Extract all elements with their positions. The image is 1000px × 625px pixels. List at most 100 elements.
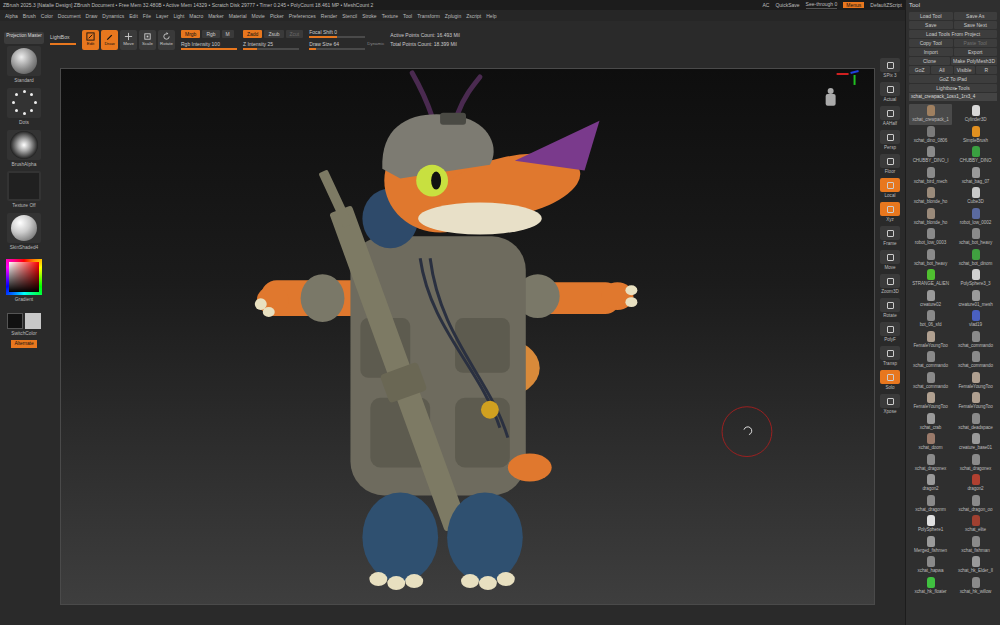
menu-item[interactable]: Macro <box>189 13 203 19</box>
tool-button[interactable]: GoZ To iPad <box>909 75 997 83</box>
tool-button[interactable]: Lightbox▸Tools <box>909 84 997 92</box>
tool-thumbnail[interactable]: robot_low_0003 <box>909 227 952 248</box>
shelf-button[interactable]: Frame <box>880 226 900 248</box>
tool-thumbnail[interactable]: FemaleYoungToo <box>909 391 952 412</box>
tool-thumbnail[interactable]: FemaleYoungToo <box>954 391 997 412</box>
menus-toggle[interactable]: Menus <box>843 2 864 8</box>
rgb-intensity-slider-track[interactable] <box>181 48 237 50</box>
color-mode-button[interactable]: M <box>222 30 234 38</box>
z-intensity-slider-track[interactable] <box>243 48 299 50</box>
projection-master-button[interactable]: Projection Master <box>4 32 44 44</box>
tool-thumbnail[interactable]: Cylinder3D <box>954 104 997 125</box>
tool-thumbnail[interactable]: xchat_bird_mech <box>909 166 952 187</box>
tool-thumbnail[interactable]: xchat_bot_heavy <box>954 227 997 248</box>
tool-thumbnail[interactable]: xchat_elite <box>954 514 997 535</box>
menu-item[interactable]: Movie <box>252 13 265 19</box>
shelf-button[interactable]: Solo <box>880 370 900 392</box>
tool-thumbnail[interactable]: xchat_crewpack_1 <box>909 104 952 125</box>
secondary-color-swatch[interactable] <box>25 313 41 329</box>
switch-color-button[interactable]: SwitchColor <box>11 331 37 337</box>
shelf-button[interactable]: Zoom3D <box>880 274 900 296</box>
tool-thumbnail[interactable]: xchat_hk_floater <box>909 576 952 597</box>
tool-thumbnail[interactable]: xchat_hapwa <box>909 555 952 576</box>
menu-item[interactable]: Brush <box>23 13 36 19</box>
tool-thumbnail[interactable]: Cube3D <box>954 186 997 207</box>
seethrough-track[interactable] <box>806 8 838 9</box>
tool-thumbnail[interactable]: xchat_bot_dinom <box>954 248 997 269</box>
texture-button[interactable] <box>7 171 41 201</box>
tool-button[interactable]: Import <box>909 48 953 56</box>
tool-thumbnail[interactable]: xchat_deadspace <box>954 412 997 433</box>
shelf-button[interactable]: Move <box>880 250 900 272</box>
menu-item[interactable]: Help <box>486 13 496 19</box>
focal-shift-slider-track[interactable] <box>309 36 365 38</box>
rgb-intensity-slider[interactable]: Rgb Intensity 100 <box>181 41 237 50</box>
tool-thumbnail[interactable]: bot_06_sfd <box>909 309 952 330</box>
mode-button[interactable]: Rotate <box>158 30 175 50</box>
tool-thumbnail[interactable]: CHUBBY_DINO_I <box>909 145 952 166</box>
z-mode-button[interactable]: Zsub <box>264 30 283 38</box>
shelf-button[interactable]: Floor <box>880 154 900 176</box>
tool-thumbnail[interactable]: SimpleBrush <box>954 125 997 146</box>
tool-thumbnail[interactable]: FemaleYoungToo <box>954 371 997 392</box>
shelf-button[interactable]: Xyz <box>880 202 900 224</box>
tool-thumbnail[interactable]: FemaleYoungToo <box>909 330 952 351</box>
tool-button[interactable]: Load Tools From Project <box>909 30 997 38</box>
shelf-button[interactable]: PolyF <box>880 322 900 344</box>
menu-item[interactable]: Color <box>41 13 53 19</box>
tool-thumbnail[interactable]: xchat_commando <box>954 330 997 351</box>
tool-thumbnail[interactable]: xchat_dragonm <box>909 494 952 515</box>
menu-item[interactable]: Draw <box>86 13 98 19</box>
menu-item[interactable]: Marker <box>208 13 224 19</box>
current-tool-field[interactable]: xchat_crewpack_1osx1_1rx3_4 <box>909 93 997 101</box>
tool-button[interactable]: GoZ <box>909 66 930 74</box>
tool-thumbnail[interactable]: STRANGE_ALIEN <box>909 268 952 289</box>
tool-thumbnail[interactable]: robot_low_0002 <box>954 207 997 228</box>
tool-thumbnail[interactable]: xchat_doom <box>909 432 952 453</box>
tool-thumbnail[interactable]: Merged_fishmen <box>909 535 952 556</box>
menu-item[interactable]: Layer <box>156 13 169 19</box>
tool-thumbnail[interactable]: vlad19 <box>954 309 997 330</box>
alternate-toggle[interactable]: Alternate <box>11 340 36 348</box>
shelf-button[interactable]: Persp <box>880 130 900 152</box>
color-mode-button[interactable]: Rgb <box>202 30 219 38</box>
tool-thumbnail[interactable]: creature01_mesh <box>954 289 997 310</box>
tool-thumbnail[interactable]: xchat_bot_heavy <box>909 248 952 269</box>
material-button[interactable] <box>7 213 41 243</box>
tool-thumbnail[interactable]: xchat_blonde_ho <box>909 186 952 207</box>
menu-item[interactable]: Material <box>229 13 247 19</box>
tool-thumbnail[interactable]: xchat_hk_Elder_II <box>954 555 997 576</box>
tool-thumbnail[interactable]: dragon2 <box>954 473 997 494</box>
brush-button[interactable] <box>7 46 41 76</box>
tool-button[interactable]: Export <box>954 48 998 56</box>
tool-thumbnail[interactable]: xchat_dragonex <box>909 453 952 474</box>
shelf-button[interactable]: Xpose <box>880 394 900 416</box>
draw-size-slider-track[interactable] <box>309 48 365 50</box>
tool-button[interactable]: Make PolyMesh3D <box>951 57 997 65</box>
tool-thumbnail[interactable]: xchat_commando <box>909 371 952 392</box>
menu-item[interactable]: File <box>143 13 151 19</box>
main-color-swatch[interactable] <box>7 313 23 329</box>
shelf-button[interactable]: SPix 3 <box>880 58 900 80</box>
menu-item[interactable]: Preferences <box>289 13 316 19</box>
menu-item[interactable]: Zplugin <box>445 13 461 19</box>
tool-button[interactable]: Copy Tool <box>909 39 953 47</box>
mode-button[interactable]: Draw <box>101 30 118 50</box>
z-intensity-slider[interactable]: Z Intensity 25 <box>243 41 303 50</box>
tool-button[interactable]: Visible <box>954 66 975 74</box>
menu-item[interactable]: Render <box>321 13 337 19</box>
menu-item[interactable]: Alpha <box>5 13 18 19</box>
tool-thumbnail[interactable]: xchat_commando <box>909 350 952 371</box>
tool-thumbnail[interactable]: xchat_dino_0806 <box>909 125 952 146</box>
tool-thumbnail[interactable]: xchat_commando <box>954 350 997 371</box>
tool-thumbnail[interactable]: xchat_bag_07 <box>954 166 997 187</box>
shelf-button[interactable]: Transp <box>880 346 900 368</box>
color-picker[interactable] <box>6 259 42 295</box>
tool-thumbnail[interactable]: xchat_dragonex <box>954 453 997 474</box>
tool-thumbnail[interactable]: creature02 <box>909 289 952 310</box>
viewport-canvas[interactable] <box>60 68 875 605</box>
tool-button[interactable]: Clone <box>909 57 950 65</box>
menu-item[interactable]: Texture <box>382 13 398 19</box>
menu-item[interactable]: Stencil <box>342 13 357 19</box>
menu-item[interactable]: Dynamics <box>102 13 124 19</box>
